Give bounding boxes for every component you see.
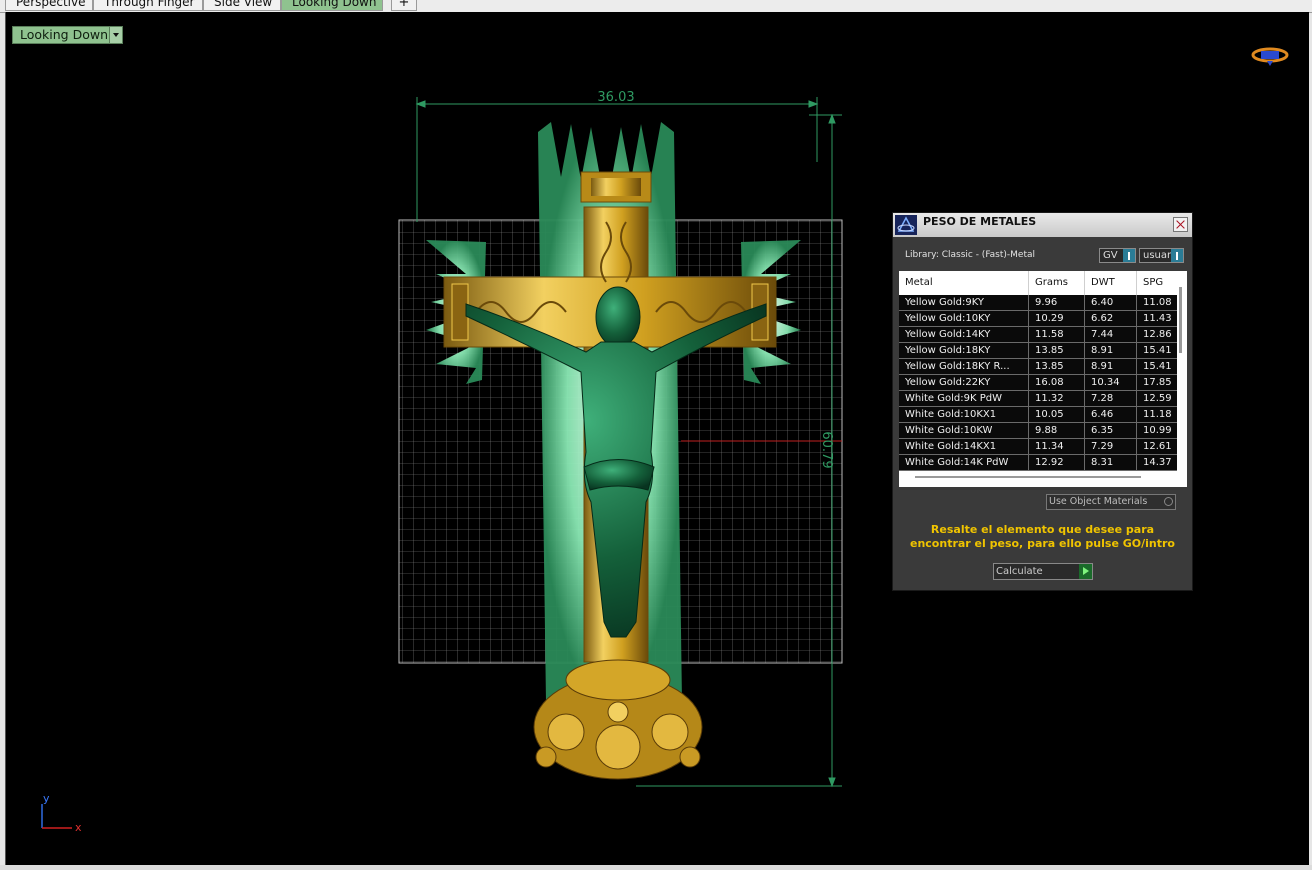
calculate-button[interactable]: Calculate: [993, 563, 1093, 580]
table-row[interactable]: White Gold:14K PdW 12.92 8.31 14.37: [899, 455, 1177, 471]
axis-indicator: y x: [41, 792, 82, 834]
cell-dwt: 6.46: [1085, 407, 1137, 422]
radio-icon[interactable]: [1164, 497, 1173, 506]
tab-looking-down[interactable]: Looking Down: [281, 0, 383, 11]
table-row[interactable]: Yellow Gold:14KY 11.58 7.44 12.86: [899, 327, 1177, 343]
cell-metal: Yellow Gold:10KY: [899, 311, 1029, 326]
add-view-button[interactable]: +: [391, 0, 417, 11]
cell-metal: Yellow Gold:9KY: [899, 295, 1029, 310]
unit-select[interactable]: GV: [1099, 248, 1136, 263]
column-header-grams[interactable]: Grams: [1029, 271, 1085, 295]
user-select[interactable]: usuari: [1139, 248, 1184, 263]
dimension-width-label: 36.03: [597, 90, 634, 105]
table-row[interactable]: Yellow Gold:18KY R... 13.85 8.91 15.41: [899, 359, 1177, 375]
cell-grams: 11.32: [1029, 391, 1085, 406]
viewport[interactable]: Looking Down 36.03 60.79 PESO DE METALES…: [5, 12, 1309, 865]
column-header-dwt[interactable]: DWT: [1085, 271, 1137, 295]
column-header-metal[interactable]: Metal: [899, 271, 1029, 295]
instruction-line-2: encontrar el peso, para ello pulse GO/in…: [910, 537, 1175, 550]
cell-grams: 11.58: [1029, 327, 1085, 342]
table-row[interactable]: Yellow Gold:18KY 13.85 8.91 15.41: [899, 343, 1177, 359]
cell-spg: 12.61: [1143, 441, 1172, 452]
cell-grams: 13.85: [1029, 343, 1085, 358]
cell-dwt: 8.31: [1085, 455, 1137, 470]
cell-grams: 11.34: [1029, 439, 1085, 454]
cell-spg: 12.86: [1143, 329, 1172, 340]
cell-metal: White Gold:9K PdW: [899, 391, 1029, 406]
cell-metal: Yellow Gold:14KY: [899, 327, 1029, 342]
cell-grams: 9.96: [1029, 295, 1085, 310]
horizontal-scrollbar[interactable]: [915, 476, 1141, 478]
axis-x-label: x: [75, 821, 82, 834]
use-object-materials-label: Use Object Materials: [1049, 496, 1148, 507]
metals-table-body: Yellow Gold:9KY 9.96 6.40 11.08 Yellow Gold:…: [899, 295, 1177, 471]
cell-metal: White Gold:10KX1: [899, 407, 1029, 422]
calculate-label: Calculate: [996, 566, 1043, 577]
cell-metal: Yellow Gold:18KY: [899, 343, 1029, 358]
close-icon[interactable]: [1173, 217, 1188, 232]
cell-spg: 15.41: [1143, 361, 1172, 372]
library-label: Library: Classic - (Fast)-Metal: [905, 250, 1036, 260]
cell-spg: 14.37: [1143, 457, 1172, 468]
cell-spg: 12.59: [1143, 393, 1172, 404]
cell-metal: White Gold:10KW: [899, 423, 1029, 438]
cell-grams: 9.88: [1029, 423, 1085, 438]
orientation-gizmo-icon[interactable]: [1250, 44, 1290, 68]
cell-grams: 12.92: [1029, 455, 1085, 470]
cell-metal: Yellow Gold:18KY R...: [899, 359, 1029, 374]
use-object-materials-field[interactable]: Use Object Materials: [1046, 494, 1176, 510]
unit-select-value: GV: [1103, 250, 1118, 261]
info-icon[interactable]: [1171, 249, 1183, 262]
cell-spg: 11.43: [1143, 313, 1172, 324]
cell-spg: 17.85: [1143, 377, 1172, 388]
cell-dwt: 6.62: [1085, 311, 1137, 326]
cell-grams: 10.05: [1029, 407, 1085, 422]
cell-dwt: 6.35: [1085, 423, 1137, 438]
tab-side-view[interactable]: Side View: [203, 0, 281, 11]
cell-dwt: 7.44: [1085, 327, 1137, 342]
cell-spg: 11.18: [1143, 409, 1172, 420]
metal-weight-panel: PESO DE METALES Library: Classic - (Fast…: [892, 212, 1193, 591]
cell-grams: 16.08: [1029, 375, 1085, 390]
cell-grams: 13.85: [1029, 359, 1085, 374]
table-row[interactable]: White Gold:14KX1 11.34 7.29 12.61: [899, 439, 1177, 455]
cell-metal: Yellow Gold:22KY: [899, 375, 1029, 390]
cell-spg: 10.99: [1143, 425, 1172, 436]
cell-dwt: 10.34: [1085, 375, 1137, 390]
cell-spg: 11.08: [1143, 297, 1172, 308]
table-row[interactable]: Yellow Gold:9KY 9.96 6.40 11.08: [899, 295, 1177, 311]
cell-dwt: 7.28: [1085, 391, 1137, 406]
table-row[interactable]: Yellow Gold:10KY 10.29 6.62 11.43: [899, 311, 1177, 327]
info-icon[interactable]: [1123, 249, 1135, 262]
app-logo-icon: [895, 215, 917, 235]
cell-metal: White Gold:14K PdW: [899, 455, 1029, 470]
instruction-message: Resalte el elemento que desee para encon…: [903, 523, 1182, 551]
tab-through-finger[interactable]: Through Finger: [93, 0, 203, 11]
cell-metal: White Gold:14KX1: [899, 439, 1029, 454]
cell-grams: 10.29: [1029, 311, 1085, 326]
cell-dwt: 8.91: [1085, 359, 1137, 374]
user-select-value: usuari: [1143, 250, 1174, 261]
table-row[interactable]: White Gold:10KW 9.88 6.35 10.99: [899, 423, 1177, 439]
cell-dwt: 7.29: [1085, 439, 1137, 454]
axis-y-label: y: [43, 792, 50, 805]
table-row[interactable]: White Gold:10KX1 10.05 6.46 11.18: [899, 407, 1177, 423]
dimension-height-label: 60.79: [819, 431, 834, 468]
tab-perspective[interactable]: Perspective: [5, 0, 93, 11]
cell-dwt: 8.91: [1085, 343, 1137, 358]
table-row[interactable]: Yellow Gold:22KY 16.08 10.34 17.85: [899, 375, 1177, 391]
cell-spg: 15.41: [1143, 345, 1172, 356]
bottom-edge: [0, 865, 1312, 870]
play-icon[interactable]: [1079, 564, 1092, 579]
vertical-scrollbar[interactable]: [1179, 287, 1182, 353]
column-header-spg[interactable]: SPG: [1137, 271, 1177, 295]
instruction-line-1: Resalte el elemento que desee para: [930, 523, 1155, 536]
table-row[interactable]: White Gold:9K PdW 11.32 7.28 12.59: [899, 391, 1177, 407]
cell-dwt: 6.40: [1085, 295, 1137, 310]
panel-title: PESO DE METALES: [923, 215, 1037, 228]
panel-titlebar[interactable]: PESO DE METALES: [893, 213, 1192, 237]
metals-table[interactable]: Metal Grams DWT SPG Yellow Gold:9KY 9.96 6…: [899, 271, 1187, 487]
